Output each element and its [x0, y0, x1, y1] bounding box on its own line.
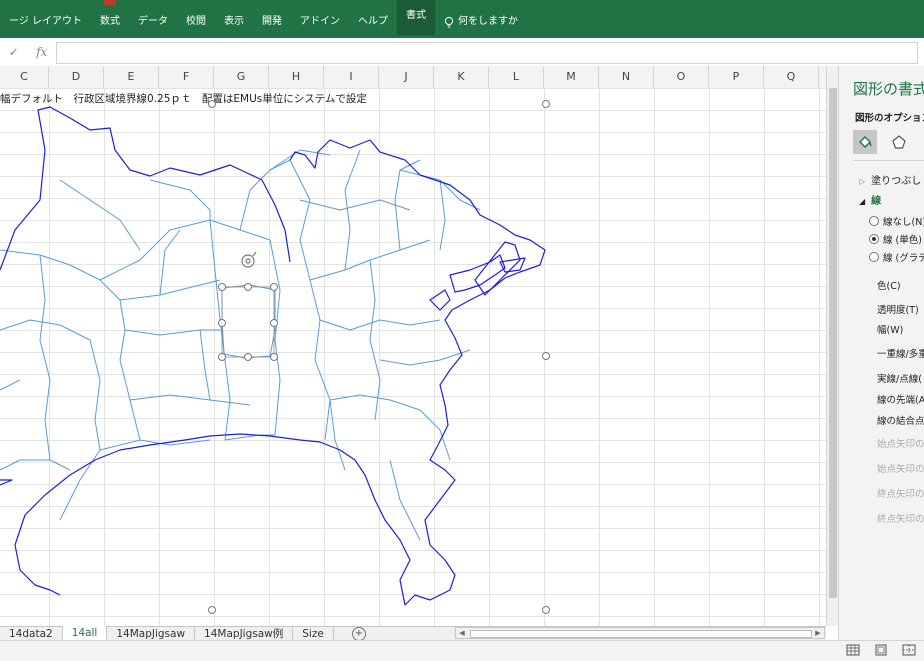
pentagon-effects-icon[interactable]: [887, 130, 911, 154]
line-option-1[interactable]: 線 (単色): [869, 232, 922, 246]
arrow-property-2: 終点矢印の種: [877, 489, 924, 500]
view-buttons: [846, 644, 916, 656]
radio-icon[interactable]: [869, 234, 879, 244]
scroll-right-icon[interactable]: ▶: [812, 628, 824, 638]
line-property-5: 線の先端(A: [877, 395, 924, 406]
ribbon-tab-0[interactable]: ージ レイアウト: [0, 12, 91, 32]
line-property-0: 色(C): [877, 281, 901, 292]
status-bar: [0, 640, 924, 661]
municipal-boundaries: [0, 149, 481, 541]
sheet-tab-2[interactable]: 14MapJigsaw: [107, 627, 196, 641]
tell-me-label: 何をしますか: [457, 16, 518, 27]
sheet-tab-3[interactable]: 14MapJigsaw例: [195, 627, 294, 641]
column-header-F[interactable]: F: [159, 66, 214, 88]
fill-line-icon[interactable]: [853, 130, 877, 154]
ribbon-tab-1[interactable]: 数式: [91, 12, 129, 32]
column-header-M[interactable]: M: [544, 66, 599, 88]
sheet-tab-0[interactable]: 14data2: [0, 627, 63, 641]
ribbon-tab-7[interactable]: ヘルプ: [349, 12, 397, 32]
selected-shape[interactable]: [221, 284, 276, 359]
page-break-view-icon[interactable]: [902, 644, 916, 656]
column-header-D[interactable]: D: [49, 66, 104, 88]
line-property-6: 線の結合点(: [877, 416, 924, 427]
add-sheet-icon[interactable]: +: [351, 627, 366, 641]
ribbon: ージ レイアウト 数式 データ 校閲 表示 開発 アドイン ヘルプ 書式 何をしますか: [0, 0, 924, 38]
formula-bar: ✓ fx: [0, 38, 924, 67]
arrow-property-1: 始点矢印のサ: [877, 464, 924, 475]
column-header-C[interactable]: C: [0, 66, 49, 88]
fx-icon[interactable]: fx: [36, 45, 47, 59]
ribbon-tab-4[interactable]: 表示: [215, 12, 253, 32]
line-option-0[interactable]: 線なし(N): [869, 214, 924, 228]
title-bar-decoration: [104, 0, 116, 5]
radio-icon[interactable]: [869, 216, 879, 226]
column-headers: CDEFGHIJKLMNOPQ: [0, 66, 826, 89]
arrow-property-3: 終点矢印のサ: [877, 514, 924, 525]
formula-controls: ✓ fx: [0, 42, 56, 62]
horizontal-scrollbar[interactable]: ◀ ▶: [455, 627, 825, 639]
page-layout-view-icon[interactable]: [874, 644, 888, 656]
column-header-I[interactable]: I: [324, 66, 379, 88]
lightbulb-icon: [444, 16, 454, 27]
line-property-1: 透明度(T): [877, 305, 919, 316]
ribbon-tab-6[interactable]: アドイン: [291, 12, 349, 32]
column-header-L[interactable]: L: [489, 66, 544, 88]
pane-icon-tabs: [853, 130, 924, 154]
column-header-J[interactable]: J: [379, 66, 434, 88]
pane-divider: [853, 160, 924, 161]
kanagawa-map[interactable]: [0, 88, 826, 626]
normal-view-icon[interactable]: [846, 644, 860, 656]
fill-section-toggle[interactable]: ▷ 塗りつぶし: [859, 172, 921, 187]
ribbon-tabs: ージ レイアウト 数式 データ 校閲 表示 開発 アドイン ヘルプ 書式 何をしますか: [0, 0, 527, 35]
line-option-label: 線 (グラデ: [883, 253, 924, 264]
check-icon[interactable]: ✓: [9, 45, 19, 59]
column-header-Q[interactable]: Q: [764, 66, 819, 88]
ribbon-tab-5[interactable]: 開発: [253, 12, 291, 32]
arrow-property-0: 始点矢印の種: [877, 439, 924, 450]
column-header-P[interactable]: P: [709, 66, 764, 88]
caret-down-icon: ◢: [859, 197, 866, 206]
column-header-H[interactable]: H: [269, 66, 324, 88]
formula-input[interactable]: [56, 42, 918, 64]
line-property-2: 幅(W): [877, 325, 904, 336]
column-header-N[interactable]: N: [599, 66, 654, 88]
pane-title: 図形の書式: [853, 80, 924, 98]
radio-icon[interactable]: [869, 252, 879, 262]
line-property-3: 一重線/多重: [877, 349, 924, 360]
vertical-scroll-thumb[interactable]: [829, 88, 837, 598]
tell-me-search[interactable]: 何をしますか: [435, 12, 527, 32]
line-option-label: 線 (単色): [883, 235, 922, 246]
sheet-tab-4[interactable]: Size: [293, 627, 334, 641]
line-option-label: 線なし(N): [883, 217, 924, 228]
ribbon-tab-2[interactable]: データ: [129, 12, 177, 32]
column-header-O[interactable]: O: [654, 66, 709, 88]
line-section-toggle[interactable]: ◢ 線: [859, 192, 881, 207]
pane-subtitle[interactable]: 図形のオプション: [855, 110, 924, 124]
scroll-left-icon[interactable]: ◀: [456, 628, 468, 638]
column-header-K[interactable]: K: [434, 66, 489, 88]
rotate-handle-icon[interactable]: [241, 251, 257, 268]
line-option-2[interactable]: 線 (グラデ: [869, 250, 924, 264]
caret-right-icon: ▷: [859, 177, 866, 186]
ribbon-tab-8[interactable]: 書式: [396, 0, 435, 35]
ribbon-tab-3[interactable]: 校閲: [177, 12, 215, 32]
format-shape-pane: 図形の書式 図形のオプション ▷ 塗りつぶし ◢ 線 線なし(N) 線 (単色) 線 (…: [838, 66, 924, 640]
line-property-4: 実線/点線(: [877, 374, 922, 385]
horizontal-scroll-thumb[interactable]: [470, 630, 812, 638]
column-header-E[interactable]: E: [104, 66, 159, 88]
column-header-G[interactable]: G: [214, 66, 269, 88]
